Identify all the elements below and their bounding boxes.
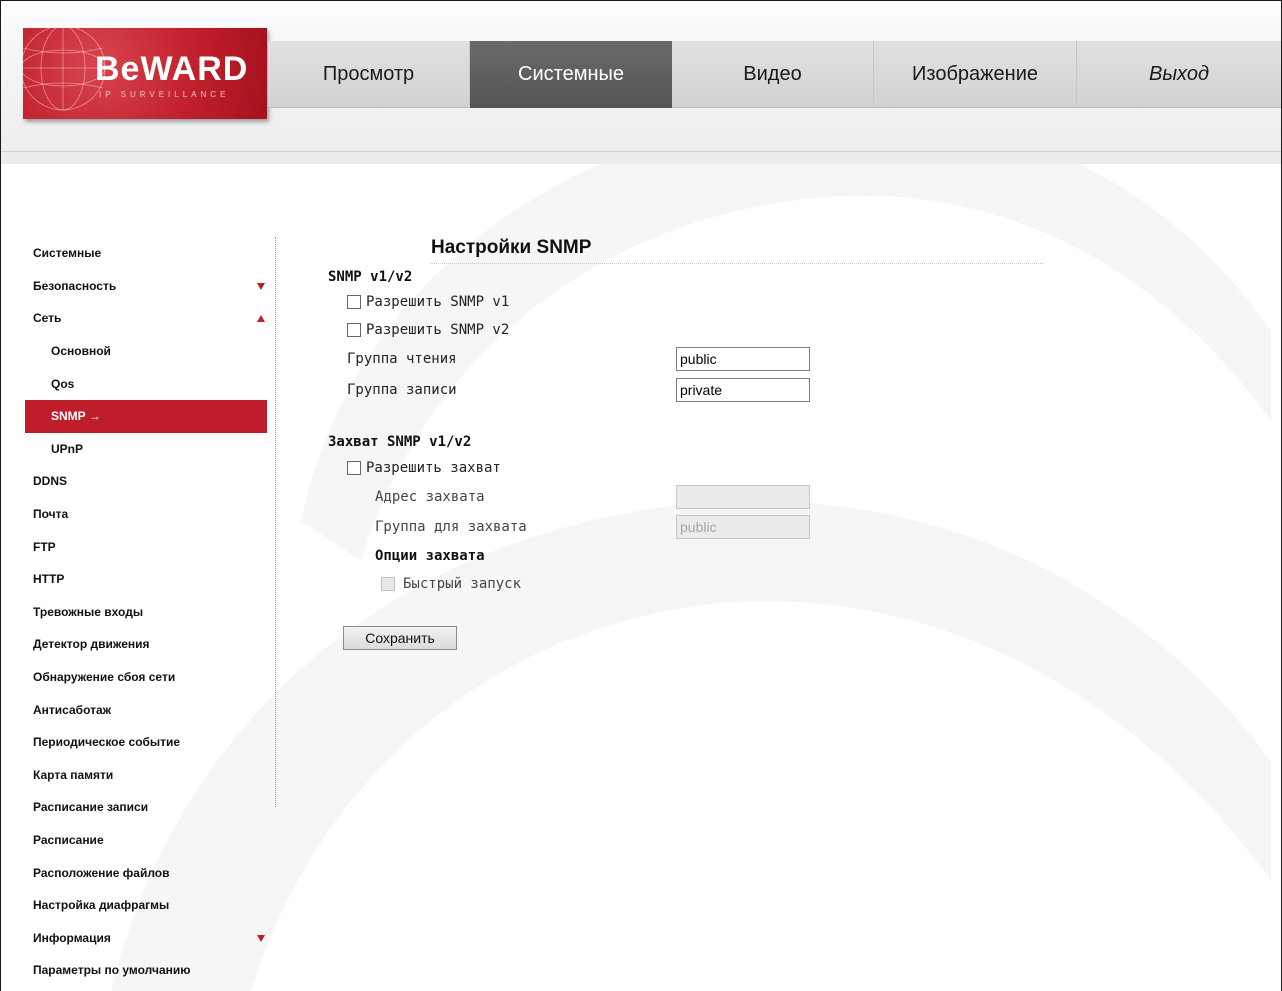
sidebar-item-http[interactable]: HTTP [25, 563, 267, 596]
sidebar-item-label: Расположение файлов [33, 865, 170, 880]
nav-view[interactable]: Просмотр [268, 41, 470, 108]
sidebar-item-security[interactable]: Безопасность [25, 270, 267, 303]
sidebar-item-label: Почта [33, 507, 69, 522]
trap-address-label: Адрес захвата [375, 489, 485, 505]
enable-snmp-v1-checkbox[interactable] [347, 295, 361, 309]
sidebar-item-label: Антисаботаж [33, 702, 112, 717]
sidebar-item-info[interactable]: Информация [25, 921, 267, 954]
sidebar-item-schedule[interactable]: Расписание [25, 824, 267, 857]
sidebar-item-iris[interactable]: Настройка диафрагмы [25, 889, 267, 922]
sidebar-item-motion-detector[interactable]: Детектор движения [25, 628, 267, 661]
sidebar-item-mail[interactable]: Почта [25, 498, 267, 531]
top-nav: Просмотр Системные Видео Изображение Вых… [268, 41, 1281, 108]
sidebar-item-record-schedule[interactable]: Расписание записи [25, 791, 267, 824]
trap-address-input[interactable] [676, 485, 810, 509]
sidebar-item-label: FTP [33, 539, 56, 554]
header-divider [1, 151, 1281, 152]
sidebar-item-label: Периодическое событие [33, 735, 181, 750]
title-underline [431, 263, 1043, 264]
section-trap-title: Захват SNMP v1/v2 [328, 434, 472, 450]
sidebar-item-label: SNMP → [51, 409, 101, 424]
sidebar-item-upnp[interactable]: UPnP [25, 433, 267, 466]
nav-video[interactable]: Видео [672, 41, 874, 108]
sidebar-item-ftp[interactable]: FTP [25, 530, 267, 563]
trap-group-label: Группа для захвата [375, 519, 527, 535]
sidebar-item-label: Основной [51, 344, 111, 359]
sidebar-item-alarm-inputs[interactable]: Тревожные входы [25, 596, 267, 629]
sidebar-item-label: Qos [51, 376, 75, 391]
sidebar-item-label: Сеть [33, 311, 62, 326]
trap-group-input[interactable]: public [676, 515, 810, 539]
sidebar-item-label: Детектор движения [33, 637, 150, 652]
section-snmp-title: SNMP v1/v2 [328, 269, 413, 285]
sidebar-item-network-failure[interactable]: Обнаружение сбоя сети [25, 661, 267, 694]
sidebar-item-label: Расписание записи [33, 800, 149, 815]
sidebar-divider [275, 237, 276, 807]
write-group-input[interactable]: private [676, 378, 810, 402]
nav-image[interactable]: Изображение [874, 41, 1077, 108]
enable-snmp-v1-label: Разрешить SNMP v1 [366, 294, 510, 310]
logo-tagline: IP SURVEILLANCE [99, 90, 230, 99]
collapse-arrow-icon[interactable] [257, 315, 265, 323]
sidebar-item-label: Расписание [33, 832, 104, 847]
read-group-label: Группа чтения [347, 351, 457, 367]
sidebar-item-label: Карта памяти [33, 767, 114, 782]
write-group-label: Группа записи [347, 382, 457, 398]
sidebar-item-periodic-event[interactable]: Периодическое событие [25, 726, 267, 759]
sidebar-item-memory-card[interactable]: Карта памяти [25, 759, 267, 792]
expand-arrow-icon[interactable] [257, 282, 265, 290]
sidebar-item-snmp[interactable]: SNMP → [25, 399, 267, 433]
enable-snmp-v2-label: Разрешить SNMP v2 [366, 322, 510, 338]
sidebar-item-network[interactable]: Сеть [25, 302, 267, 335]
enable-snmp-v2-checkbox[interactable] [347, 323, 361, 337]
page-title: Настройки SNMP [431, 237, 592, 258]
sidebar-item-label: Обнаружение сбоя сети [33, 670, 176, 685]
sidebar-item-label: Настройка диафрагмы [33, 898, 170, 913]
sidebar-item-defaults[interactable]: Параметры по умолчанию [25, 954, 267, 987]
trap-options-title: Опции захвата [375, 548, 485, 564]
sidebar-item-qos[interactable]: Qos [25, 367, 267, 400]
sidebar-item-tamper[interactable]: Антисаботаж [25, 693, 267, 726]
sidebar-item-label: UPnP [51, 441, 84, 456]
sidebar-item-label: HTTP [33, 572, 65, 587]
sidebar-item-label: Тревожные входы [33, 604, 144, 619]
sidebar-item-ddns[interactable]: DDNS [25, 465, 267, 498]
logo-wordmark: BeWARD [95, 50, 249, 88]
browser-frame: BeWARD IP SURVEILLANCE Просмотр Системны… [0, 0, 1282, 991]
sidebar-item-label: Параметры по умолчанию [33, 963, 191, 978]
sidebar-item-label: Информация [33, 930, 111, 945]
sidebar-item-file-location[interactable]: Расположение файлов [25, 856, 267, 889]
read-group-input[interactable]: public [676, 347, 810, 371]
nav-system[interactable]: Системные [470, 41, 672, 108]
save-button[interactable]: Сохранить [343, 626, 457, 650]
fast-start-label: Быстрый запуск [403, 576, 522, 592]
nav-logout[interactable]: Выход [1077, 41, 1281, 108]
sidebar-item-label: Безопасность [33, 278, 117, 293]
enable-trap-label: Разрешить захват [366, 460, 501, 476]
expand-arrow-icon[interactable] [257, 934, 265, 942]
beward-logo[interactable]: BeWARD IP SURVEILLANCE [23, 28, 267, 119]
sidebar-item-label: DDNS [33, 474, 68, 489]
fast-start-checkbox[interactable] [381, 577, 395, 591]
enable-trap-checkbox[interactable] [347, 461, 361, 475]
sidebar-item-basic[interactable]: Основной [25, 335, 267, 368]
sidebar-item-system[interactable]: Системные [25, 237, 267, 270]
sidebar-menu: Системные Безопасность Сеть Основной Qos… [25, 237, 267, 987]
sidebar-item-label: Системные [33, 246, 102, 261]
